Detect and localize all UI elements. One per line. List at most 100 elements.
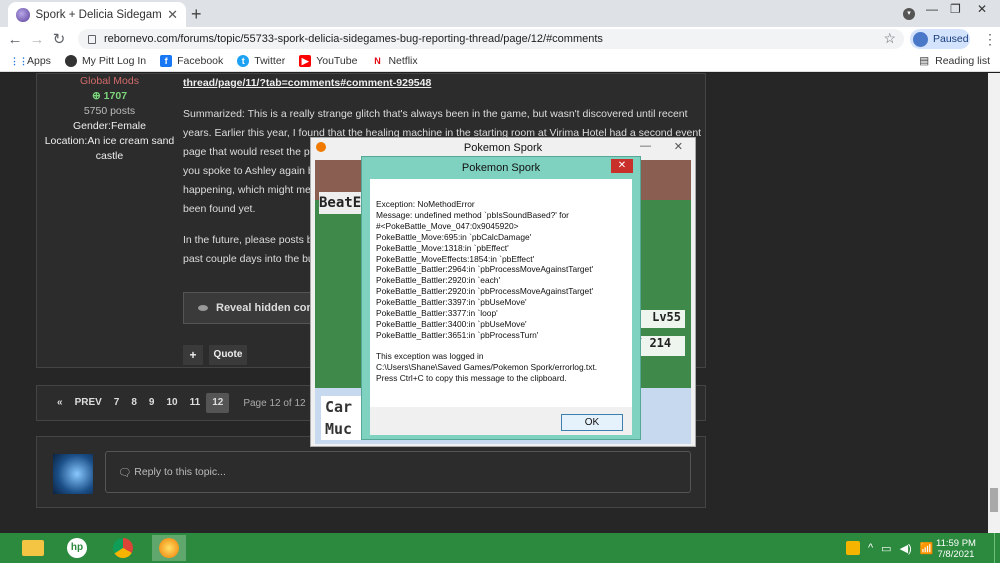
page-scrollbar[interactable] xyxy=(988,73,1000,533)
reputation-badge: ⊕ 1707 xyxy=(37,89,182,104)
taskbar-hp[interactable]: hp xyxy=(60,535,94,561)
taskbar-file-explorer[interactable] xyxy=(16,535,50,561)
game-minimize-icon[interactable]: — xyxy=(640,140,651,152)
reply-input[interactable]: 🗨 Reply to this topic... xyxy=(105,451,691,493)
warning-icon[interactable] xyxy=(846,541,860,555)
folder-icon xyxy=(22,540,44,556)
tab-title: Spork + Delicia Sidegames Bug R xyxy=(35,8,162,21)
clock-time: 11:59 PM xyxy=(936,538,976,549)
bookmarks-bar: ⋮⋮ Apps My Pitt Log In f Facebook t Twit… xyxy=(0,51,1000,72)
tray-chevron-icon[interactable]: ^ xyxy=(868,542,873,554)
stack-trace: PokeBattle_Move:695:in `pbCalcDamage' Po… xyxy=(376,232,626,341)
wifi-icon[interactable]: 📶 xyxy=(920,542,934,555)
scrollbar-thumb[interactable] xyxy=(990,488,998,512)
post-link[interactable]: thread/page/11/?tab=comments#comment-929… xyxy=(183,74,703,93)
youtube-icon: ▶ xyxy=(299,55,312,67)
first-page-icon[interactable]: « xyxy=(51,393,69,413)
page-link[interactable]: 11 xyxy=(184,393,207,413)
game-level-label: Lv55 xyxy=(635,310,685,328)
game-titlebar[interactable]: Pokemon Spork — ✕ xyxy=(311,138,695,158)
new-tab-icon[interactable]: + xyxy=(191,4,202,25)
browser-tab[interactable]: Spork + Delicia Sidegames Bug R ✕ xyxy=(8,2,186,27)
author-group: Global Mods xyxy=(80,75,139,87)
bookmark-apps[interactable]: ⋮⋮ Apps xyxy=(10,55,51,67)
taskbar-clock[interactable]: 11:59 PM 7/8/2021 xyxy=(936,538,976,560)
twitter-icon: t xyxy=(237,55,250,67)
user-avatar xyxy=(53,454,93,494)
trace-line: PokeBattle_Battler:2920:in `each' xyxy=(376,275,501,286)
page-link[interactable]: 9 xyxy=(143,393,161,413)
reading-list-button[interactable]: ▤ Reading list xyxy=(919,55,990,67)
bookmark-netflix[interactable]: N Netflix xyxy=(371,55,417,67)
bookmark-label: My Pitt Log In xyxy=(81,55,147,67)
page-link[interactable]: 7 xyxy=(108,393,126,413)
dialog-close-button[interactable]: ✕ xyxy=(611,159,633,173)
reading-list-icon: ▤ xyxy=(919,55,930,67)
tab-search-icon[interactable]: ▾ xyxy=(903,8,915,20)
exception-message-1: Message: undefined method `pbIsSoundBase… xyxy=(376,209,569,220)
page-link[interactable]: 8 xyxy=(125,393,143,413)
page-link[interactable]: 10 xyxy=(160,393,183,413)
reputation-plus-icon: ⊕ xyxy=(91,90,104,102)
post-author-panel: Global Mods ⊕ 1707 5750 posts Gender:Fem… xyxy=(37,74,182,164)
close-tab-icon[interactable]: ✕ xyxy=(167,7,178,23)
address-bar[interactable]: rebornevo.com/forums/topic/55733-spork-d… xyxy=(78,29,904,49)
bookmark-my-pitt[interactable]: My Pitt Log In xyxy=(64,55,147,67)
forward-icon[interactable]: → xyxy=(26,31,48,48)
restore-icon[interactable]: ❐ xyxy=(950,2,961,16)
ok-button[interactable]: OK xyxy=(561,414,623,431)
lock-icon xyxy=(88,34,96,44)
quote-button[interactable]: Quote xyxy=(209,345,247,365)
bookmark-youtube[interactable]: ▶ YouTube xyxy=(299,55,357,67)
game-close-icon[interactable]: ✕ xyxy=(674,140,683,153)
trace-line: PokeBattle_Battler:2964:in `pbProcessMov… xyxy=(376,264,594,275)
show-desktop-button[interactable] xyxy=(994,533,1000,563)
author-gender: Gender:Female xyxy=(73,120,146,132)
author-location: Location:An ice cream sand castle xyxy=(44,135,175,162)
dialog-message: Exception: NoMethodError Message: undefi… xyxy=(370,179,632,407)
pitt-logo-icon xyxy=(64,55,77,67)
profile-avatar-icon xyxy=(913,31,928,47)
bookmark-star-icon[interactable]: ☆ xyxy=(883,30,896,47)
taskbar-pokemon-spork[interactable] xyxy=(152,535,186,561)
volume-icon[interactable]: ◀) xyxy=(900,542,912,555)
bookmark-label: Facebook xyxy=(177,55,224,67)
taskbar-chrome[interactable] xyxy=(106,535,140,561)
post-count: 5750 posts xyxy=(83,105,136,117)
log-notice-1: This exception was logged in xyxy=(376,350,484,361)
facebook-icon: f xyxy=(160,55,173,67)
trace-line: PokeBattle_MoveEffects:1854:in `pbEffect… xyxy=(376,253,535,264)
bookmark-twitter[interactable]: t Twitter xyxy=(237,55,285,67)
trace-line: PokeBattle_Move:1318:in `pbEffect' xyxy=(376,242,509,253)
page-of-label[interactable]: Page 12 of 12 xyxy=(243,398,305,409)
trace-line: PokeBattle_Battler:3400:in `pbUseMove' xyxy=(376,318,527,329)
trace-line: PokeBattle_Battler:3377:in `loop' xyxy=(376,308,498,319)
close-window-icon[interactable]: ✕ xyxy=(977,2,987,16)
reload-icon[interactable]: ↻ xyxy=(48,30,70,48)
trace-line: PokeBattle_Move:695:in `pbCalcDamage' xyxy=(376,231,532,242)
multiquote-button[interactable]: + xyxy=(183,345,203,365)
trace-line: PokeBattle_Battler:3397:in `pbUseMove' xyxy=(376,297,527,308)
more-menu-icon[interactable]: ⋮ xyxy=(983,31,997,48)
game-app-icon xyxy=(159,538,179,558)
eye-icon xyxy=(198,305,208,311)
bookmark-facebook[interactable]: f Facebook xyxy=(160,55,223,67)
prev-page-button[interactable]: PREV xyxy=(69,393,108,413)
network-icon[interactable]: ▭ xyxy=(881,542,891,555)
current-page[interactable]: 12 xyxy=(206,393,230,413)
bookmark-label: Netflix xyxy=(388,55,418,67)
site-favicon-icon xyxy=(16,7,30,22)
url-text: rebornevo.com/forums/topic/55733-spork-d… xyxy=(104,33,603,45)
chrome-icon xyxy=(113,538,133,558)
back-icon[interactable]: ← xyxy=(4,31,26,48)
reply-placeholder: Reply to this topic... xyxy=(134,466,226,478)
dialog-titlebar[interactable]: Pokemon Spork ✕ xyxy=(362,157,640,179)
minimize-icon[interactable]: — xyxy=(926,2,938,16)
game-text-beat: BeatE xyxy=(319,192,363,214)
profile-button[interactable]: Paused xyxy=(910,29,970,49)
game-app-icon xyxy=(316,142,326,152)
reading-list-label: Reading list xyxy=(935,55,990,67)
bookmark-label: Twitter xyxy=(254,55,286,67)
copy-hint: Press Ctrl+C to copy this message to the… xyxy=(376,372,567,383)
trace-line: PokeBattle_Battler:2920:in `pbProcessMov… xyxy=(376,286,594,297)
